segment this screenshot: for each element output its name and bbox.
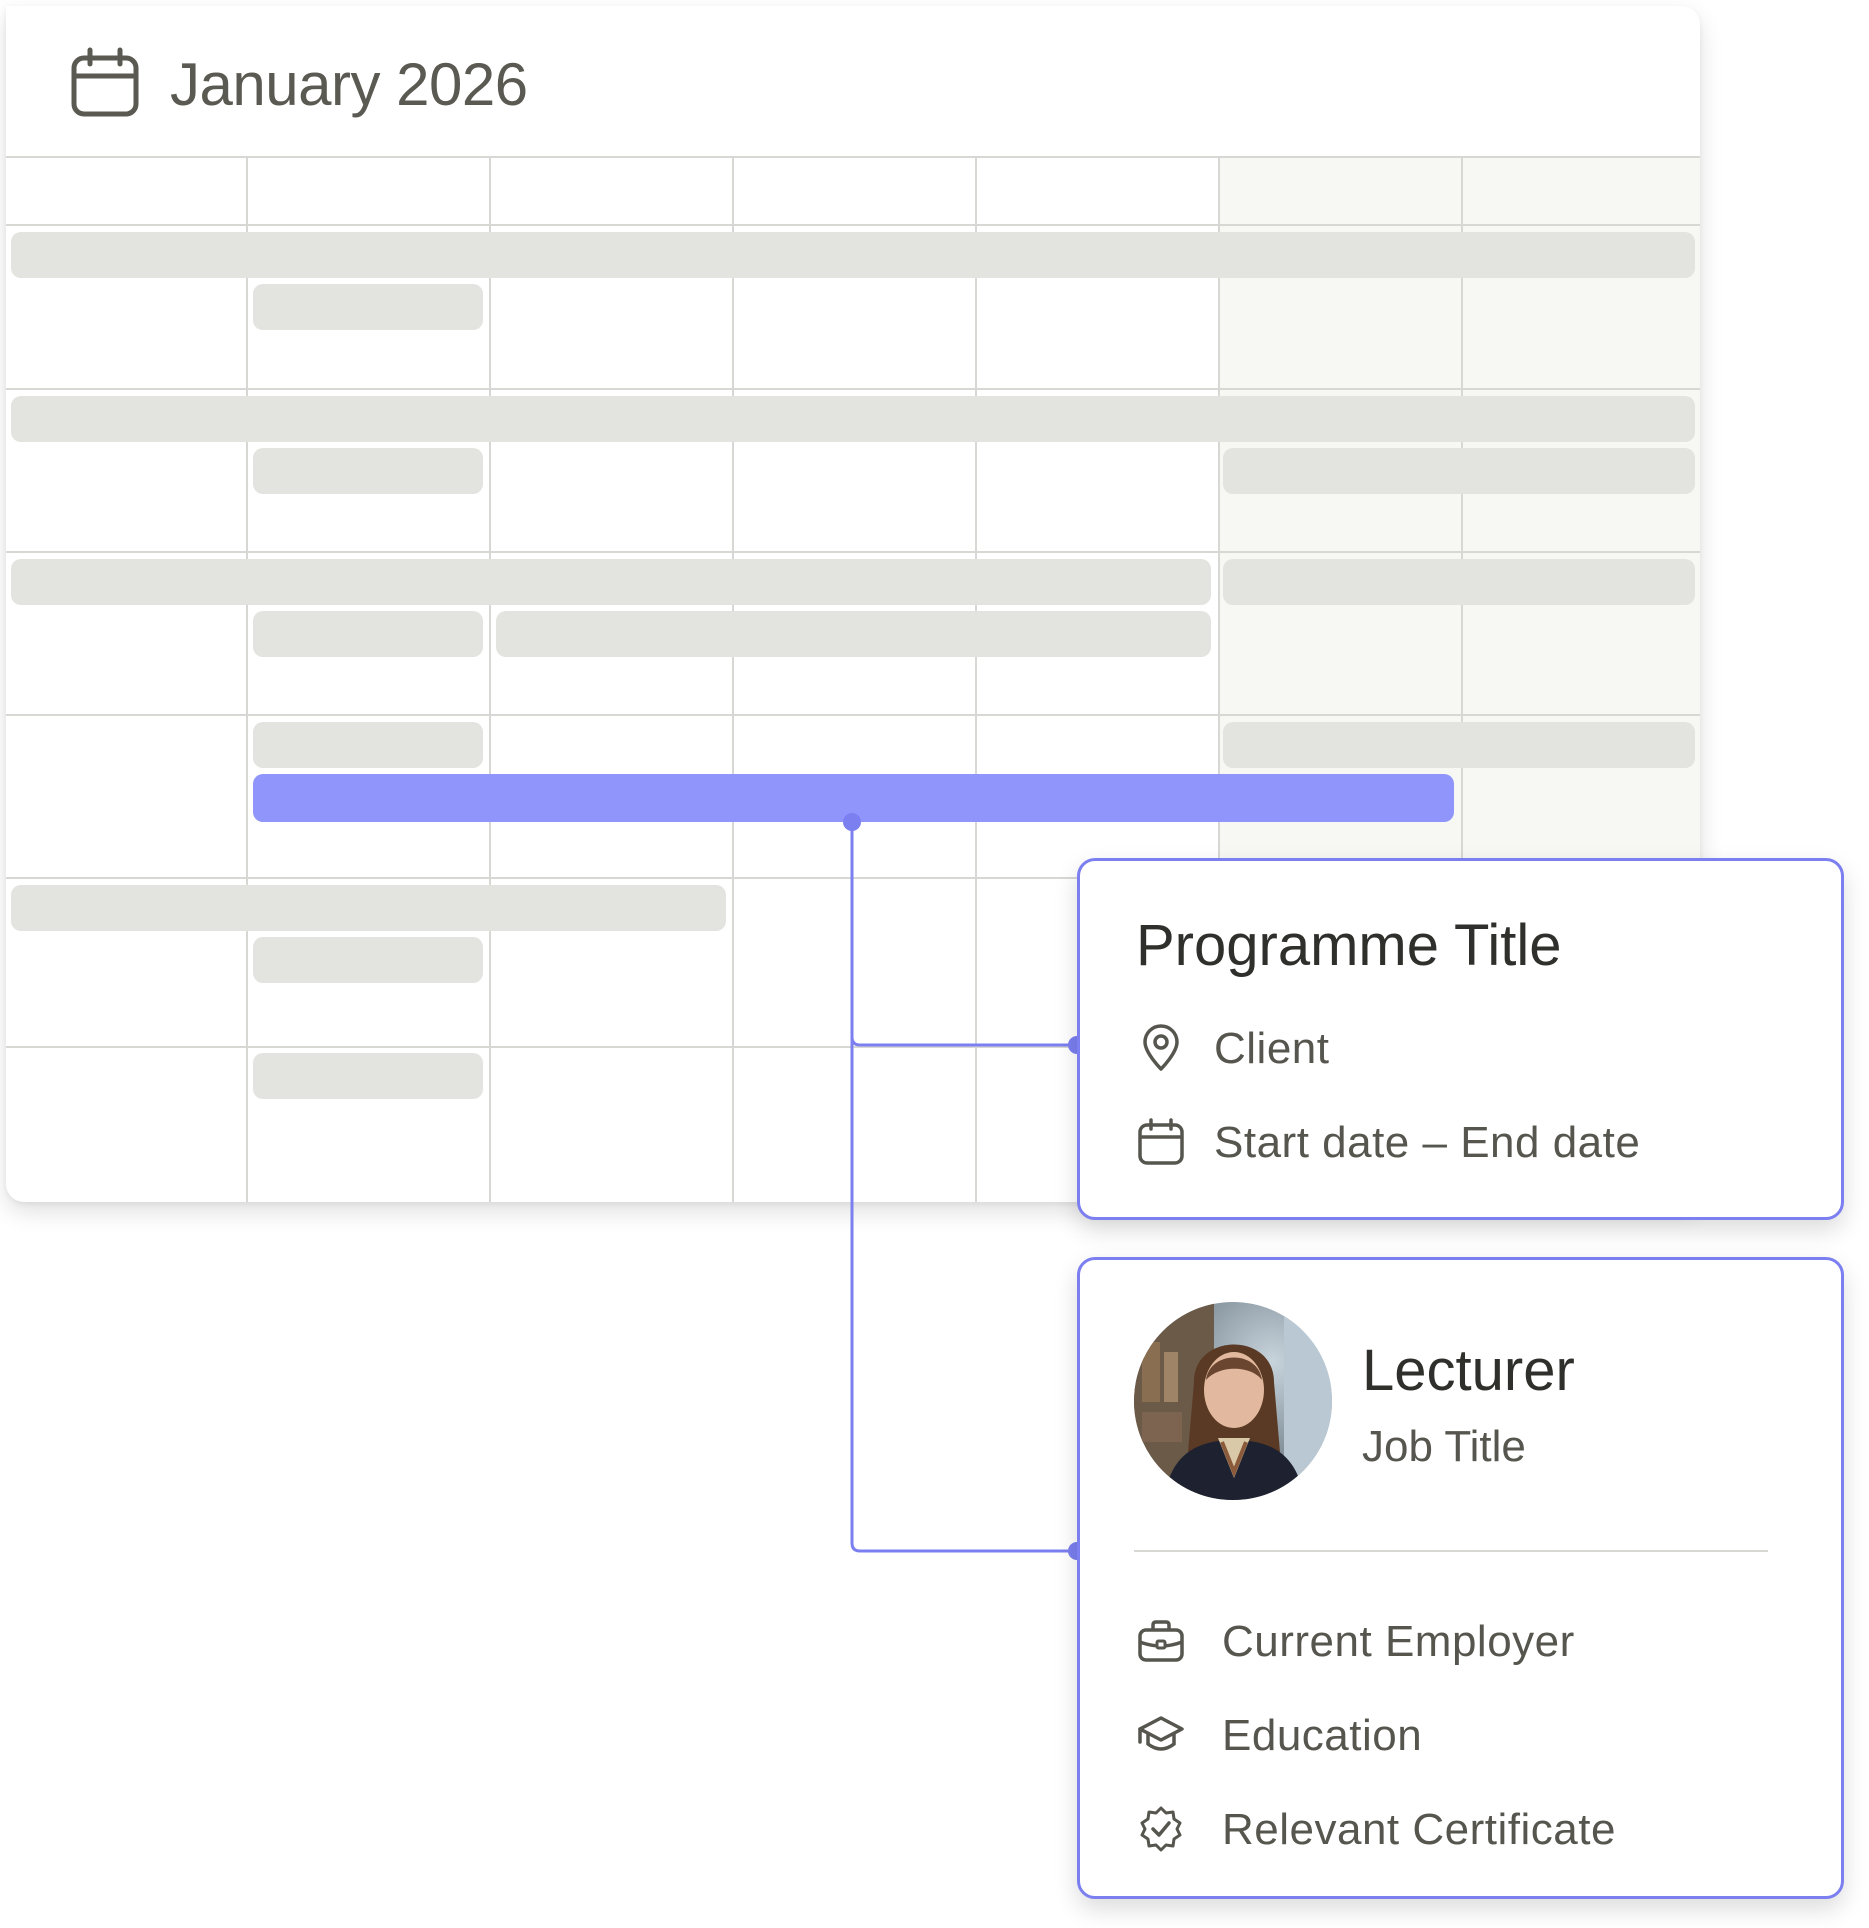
programme-card[interactable]: Programme Title Client Start date – End … (1077, 858, 1844, 1220)
certificate-row: Relevant Certificate (1136, 1798, 1776, 1858)
calendar-header: January 2026 (6, 6, 1700, 156)
grid-row-line (6, 388, 1700, 390)
divider (1134, 1550, 1768, 1552)
highlighted-programme-bar[interactable] (253, 774, 1454, 822)
event-bar[interactable] (496, 611, 1211, 657)
grid-row-line (6, 224, 1700, 226)
event-bar[interactable] (1223, 722, 1695, 768)
briefcase-icon (1138, 1620, 1184, 1662)
avatar (1134, 1302, 1332, 1500)
education-row: Education (1136, 1704, 1776, 1764)
certificate-label: Relevant Certificate (1222, 1805, 1616, 1854)
lecturer-card[interactable]: Lecturer Job Title Current Employer Educ… (1077, 1257, 1844, 1899)
graduation-cap-icon (1138, 1716, 1184, 1751)
dates-row: Start date – End date (1136, 1111, 1786, 1171)
grid-row-line (6, 714, 1700, 716)
education-label: Education (1222, 1711, 1423, 1760)
grid-row-line (6, 156, 1700, 158)
event-bar[interactable] (11, 396, 1695, 442)
lecturer-name: Lecturer (1362, 1338, 1575, 1403)
event-bar[interactable] (1223, 559, 1695, 605)
avatar-portrait (1134, 1302, 1332, 1500)
event-bar[interactable] (11, 559, 1211, 605)
event-bar[interactable] (253, 937, 483, 983)
event-bar[interactable] (1223, 448, 1695, 494)
event-bar[interactable] (11, 885, 726, 931)
event-bar[interactable] (11, 232, 1695, 278)
grid-row-line (6, 551, 1700, 553)
job-title: Job Title (1362, 1422, 1526, 1471)
client-row: Client (1136, 1017, 1736, 1077)
month-title: January 2026 (170, 51, 528, 118)
event-bar[interactable] (253, 1053, 483, 1099)
location-pin-icon (1143, 1024, 1179, 1071)
certificate-badge-icon (1140, 1806, 1182, 1852)
programme-title: Programme Title (1136, 913, 1562, 978)
client-label: Client (1214, 1024, 1330, 1073)
event-bar[interactable] (253, 611, 483, 657)
calendar-icon (1138, 1118, 1184, 1165)
event-bar[interactable] (253, 448, 483, 494)
employer-row: Current Employer (1136, 1610, 1776, 1670)
calendar-icon (71, 47, 139, 117)
event-bar[interactable] (253, 722, 483, 768)
employer-label: Current Employer (1222, 1617, 1575, 1666)
dates-label: Start date – End date (1214, 1118, 1641, 1167)
event-bar[interactable] (253, 284, 483, 330)
